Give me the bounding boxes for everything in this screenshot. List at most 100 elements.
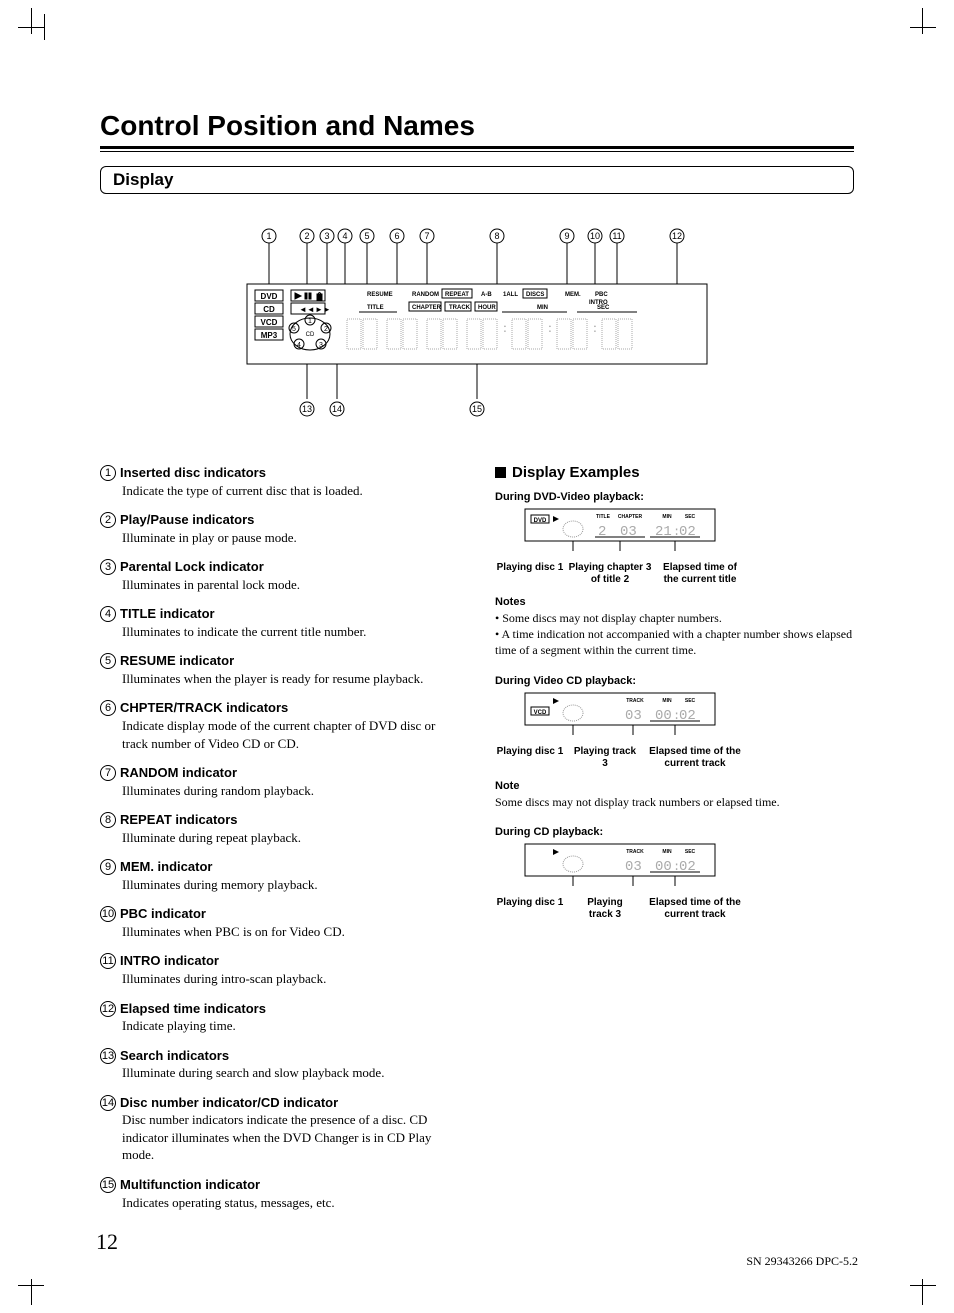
svg-text:11: 11 <box>612 231 621 241</box>
indicator-item: 13Search indicatorsIlluminate during sea… <box>100 1047 459 1082</box>
caption: Playing disc 1 <box>495 746 565 770</box>
indicator-title: Play/Pause indicators <box>120 512 254 527</box>
svg-text:◄◄: ◄◄ <box>299 305 315 314</box>
svg-text:3: 3 <box>324 231 329 241</box>
caption: Playing track 3 <box>575 897 635 921</box>
svg-text:MIN: MIN <box>537 305 548 311</box>
indicator-title: RESUME indicator <box>120 653 234 668</box>
circled-number-icon: 11 <box>100 953 116 969</box>
svg-text:SEC: SEC <box>685 514 696 520</box>
svg-text:MIN: MIN <box>662 698 672 704</box>
svg-text:2: 2 <box>304 231 309 241</box>
indicator-title: INTRO indicator <box>120 953 219 968</box>
section-title: Display <box>113 170 841 190</box>
svg-text:03: 03 <box>625 708 642 724</box>
svg-text:CHAPTER: CHAPTER <box>618 514 643 520</box>
indicator-title: TITLE indicator <box>120 606 215 621</box>
caption: Elapsed time of the current track <box>645 746 745 770</box>
caption: Playing disc 1 <box>495 897 565 921</box>
indicator-title: CHPTER/TRACK indicators <box>120 700 288 715</box>
svg-text:9: 9 <box>564 231 569 241</box>
footer-doc-id: SN 29343266 DPC-5.2 <box>746 1254 858 1269</box>
svg-text:RANDOM: RANDOM <box>412 292 439 298</box>
indicator-desc: Indicate display mode of the current cha… <box>122 717 459 752</box>
svg-text:A-B: A-B <box>481 292 492 298</box>
svg-text::: : <box>593 321 597 336</box>
indicator-desc: Indicate the type of current disc that i… <box>122 482 459 500</box>
caption: Playing chapter 3 of title 2 <box>565 562 655 586</box>
indicator-title: Inserted disc indicators <box>120 465 266 480</box>
svg-text:RESUME: RESUME <box>367 292 393 298</box>
example-cd-box: TRACK MIN SEC 03 00 : 02 <box>495 842 854 921</box>
indicator-desc: Disc number indicators indicate the pres… <box>122 1111 459 1164</box>
notes-body: Some discs may not display chapter numbe… <box>495 610 854 659</box>
svg-text:PBC: PBC <box>595 292 608 298</box>
indicator-item: 1 Inserted disc indicators Indicate the ty… <box>100 464 459 499</box>
example-cd-label: During CD playback: <box>495 826 854 838</box>
circled-number-icon: 15 <box>100 1177 116 1193</box>
indicator-item: 8REPEAT indicatorsIlluminate during repe… <box>100 811 459 846</box>
indicator-item: 3Parental Lock indicatorIlluminates in p… <box>100 558 459 593</box>
indicator-title: PBC indicator <box>120 906 206 921</box>
circled-number-icon: 5 <box>100 653 116 669</box>
indicator-title: Multifunction indicator <box>120 1177 260 1192</box>
svg-text:DVD: DVD <box>534 518 547 524</box>
indicator-desc: Illuminates during random playback. <box>122 782 459 800</box>
example-vcd-box: VCD TRACK MIN SEC 03 00 : 02 <box>495 691 854 770</box>
svg-text:2: 2 <box>324 326 328 333</box>
indicator-desc: Illuminates when the player is ready for… <box>122 670 459 688</box>
svg-text:5: 5 <box>292 326 296 333</box>
indicator-item: 14Disc number indicator/CD indicatorDisc… <box>100 1094 459 1164</box>
indicator-item: 6CHPTER/TRACK indicatorsIndicate display… <box>100 699 459 752</box>
svg-text:02: 02 <box>679 708 696 724</box>
indicator-desc: Indicates operating status, messages, et… <box>122 1194 459 1212</box>
indicator-title: Parental Lock indicator <box>120 559 264 574</box>
svg-text:03: 03 <box>620 524 637 540</box>
indicator-desc: Illuminates during memory playback. <box>122 876 459 894</box>
notes-heading: Notes <box>495 596 854 608</box>
svg-text:1: 1 <box>308 318 312 325</box>
indicator-desc: Indicate playing time. <box>122 1017 459 1035</box>
svg-text:6: 6 <box>394 231 399 241</box>
svg-text:SEC: SEC <box>685 849 696 855</box>
square-bullet-icon <box>495 467 506 478</box>
svg-text:MP3: MP3 <box>261 331 278 340</box>
circled-number-icon: 9 <box>100 859 116 875</box>
svg-text:03: 03 <box>625 859 642 875</box>
page-main-title: Control Position and Names <box>100 110 854 149</box>
indicator-item: 2Play/Pause indicatorsIlluminate in play… <box>100 511 459 546</box>
svg-text:1ALL: 1ALL <box>503 292 518 298</box>
svg-text:CHAPTER: CHAPTER <box>412 305 442 311</box>
example-dvd-box: DVD TITLE CHAPTER MIN SEC 2 03 21 <box>495 507 854 586</box>
svg-text:VCD: VCD <box>534 710 547 716</box>
svg-text:MIN: MIN <box>662 849 672 855</box>
svg-text:TITLE: TITLE <box>367 305 384 311</box>
svg-text:TRACK: TRACK <box>449 305 471 311</box>
section-header-box: Display <box>100 166 854 194</box>
example-dvd-label: During DVD-Video playback: <box>495 491 854 503</box>
circled-number-icon: 1 <box>100 465 116 481</box>
caption: Elapsed time of the current track <box>645 897 745 921</box>
svg-text:02: 02 <box>679 859 696 875</box>
svg-text:4: 4 <box>342 231 347 241</box>
svg-text:3: 3 <box>319 342 323 349</box>
indicator-item: 5 RESUME indicator Illuminates when the pl… <box>100 652 459 687</box>
svg-text:HOUR: HOUR <box>478 305 496 311</box>
svg-text:4: 4 <box>297 342 301 349</box>
svg-text:MIN: MIN <box>662 514 672 520</box>
svg-text:00: 00 <box>655 859 672 875</box>
svg-text:►►: ►► <box>315 305 331 314</box>
svg-text:TITLE: TITLE <box>596 514 611 520</box>
svg-text:REPEAT: REPEAT <box>445 292 469 298</box>
svg-text:10: 10 <box>590 231 600 241</box>
svg-text:8: 8 <box>494 231 499 241</box>
circled-number-icon: 2 <box>100 512 116 528</box>
indicator-desc: Illuminates to indicate the current titl… <box>122 623 459 641</box>
indicator-title: MEM. indicator <box>120 859 212 874</box>
page-number: 12 <box>96 1229 118 1255</box>
indicator-desc: Illuminate during repeat playback. <box>122 829 459 847</box>
svg-text:7: 7 <box>424 231 429 241</box>
svg-text::: : <box>503 321 507 336</box>
indicator-title: Disc number indicator/CD indicator <box>120 1095 338 1110</box>
indicator-title: Elapsed time indicators <box>120 1001 266 1016</box>
